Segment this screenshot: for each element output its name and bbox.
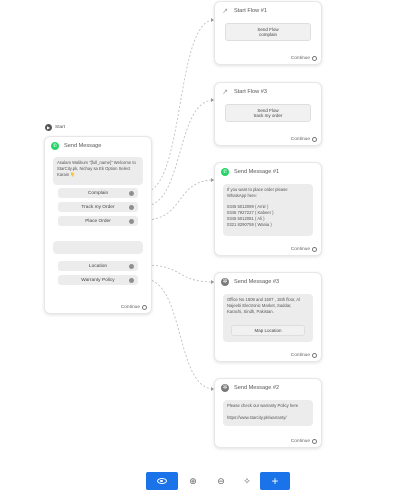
zoom-out-button[interactable]: ⊖: [210, 472, 232, 490]
connector-dot[interactable]: [129, 277, 134, 283]
start-node[interactable]: ▶ Start: [45, 122, 65, 132]
whatsapp-icon: ✆: [51, 142, 59, 150]
node-title: Send Message #1: [234, 169, 280, 175]
continue-handle[interactable]: Continue: [291, 439, 317, 444]
node-header: ✲ Send Message #2: [215, 379, 321, 397]
start-label: Start: [55, 124, 66, 130]
message-bubble: If you want to place order please WhatsA…: [223, 184, 313, 236]
flow-icon: ↗: [222, 88, 228, 96]
continue-handle[interactable]: Continue: [291, 353, 317, 358]
gear-icon: ✲: [221, 384, 229, 392]
flow-icon: ↗: [222, 7, 228, 15]
message-line: 0321 8290759 ( Wania ): [227, 221, 272, 227]
node-header: ✆ Send Message #1: [215, 163, 321, 181]
message-bubble: Please check our warranty Policy here ht…: [223, 400, 313, 426]
option-place-order[interactable]: Place Order: [58, 216, 138, 226]
continue-port[interactable]: [312, 439, 317, 444]
option-label: Complain: [87, 190, 109, 196]
continue-label: Continue: [120, 305, 140, 310]
continue-handle[interactable]: Continue: [291, 56, 317, 61]
node-title: Send Message: [64, 143, 102, 149]
zoom-in-button[interactable]: ⊕: [182, 472, 204, 490]
continue-label: Continue: [290, 353, 310, 358]
message-text: Asalam Walikum "[full_name]" Welcome to …: [57, 160, 136, 177]
continue-label: Continue: [290, 247, 310, 252]
auto-arrange-icon: ✧: [243, 475, 251, 486]
send-flow-button[interactable]: Send Flow complain: [225, 23, 311, 41]
option-label: Location: [88, 263, 108, 269]
whatsapp-icon: ✆: [221, 168, 229, 176]
start-flow-3-node[interactable]: ↗ Start Flow #3 Send Flow track my order…: [214, 82, 322, 146]
option-track-my-order[interactable]: Track my Order: [58, 202, 138, 212]
continue-label: Continue: [290, 439, 310, 444]
zoom-in-icon: ⊕: [189, 475, 197, 486]
start-flow-1-node[interactable]: ↗ Start Flow #1 Send Flow complain Conti…: [214, 1, 322, 65]
message-line: Karachi, Sindh, Pakistan.: [227, 308, 274, 314]
continue-handle[interactable]: Continue: [291, 137, 317, 142]
node-header: ✆ Send Message: [45, 137, 151, 155]
connector-dot[interactable]: [129, 263, 134, 269]
send-flow-button[interactable]: Send Flow track my order: [225, 104, 311, 122]
add-icon: +: [271, 474, 279, 488]
play-icon: ▶: [45, 123, 52, 131]
continue-port[interactable]: [312, 56, 317, 61]
node-title: Send Message #3: [234, 279, 280, 285]
node-title: Send Message #2: [234, 385, 280, 391]
send-message-node[interactable]: ✆ Send Message Asalam Walikum "[full_nam…: [44, 136, 152, 314]
option-complain[interactable]: Complain: [58, 188, 138, 198]
continue-handle[interactable]: Continue: [121, 305, 147, 310]
zoom-out-icon: ⊖: [217, 475, 225, 486]
send-message-1-node[interactable]: ✆ Send Message #1 If you want to place o…: [214, 162, 322, 256]
auto-arrange-button[interactable]: ✧: [236, 472, 258, 490]
message-line: https://www.starcity.pk/warranty/: [227, 414, 287, 420]
gear-icon: ✲: [221, 278, 229, 286]
connector-dot[interactable]: [129, 204, 134, 210]
map-location-button[interactable]: Map Location: [231, 325, 305, 336]
option-warranty-policy[interactable]: Warranty Policy: [58, 275, 138, 285]
button-subtitle: track my order: [253, 113, 283, 118]
continue-label: Continue: [290, 137, 310, 142]
node-header: ↗ Start Flow #1: [215, 2, 321, 20]
message-line: Please check our warranty Policy here: [227, 403, 299, 408]
continue-label: Continue: [290, 56, 310, 61]
node-title: Start Flow #1: [234, 8, 267, 14]
empty-bubble: [53, 241, 143, 254]
button-label: Map Location: [254, 328, 282, 333]
message-line: Office No 1508 and 1507 , 15th floor, Al: [227, 297, 301, 302]
node-header: ✲ Send Message #3: [215, 273, 321, 291]
message-bubble: Asalam Walikum "[full_name]" Welcome to …: [53, 157, 143, 185]
continue-handle[interactable]: Continue: [291, 247, 317, 252]
view-icon: [157, 478, 167, 484]
option-label: Warranty Policy: [81, 277, 115, 283]
continue-port[interactable]: [312, 137, 317, 142]
option-label: Track my Order: [81, 204, 115, 210]
canvas-toolbar: ⊕ ⊖ ✧ +: [146, 472, 290, 490]
view-button[interactable]: [146, 472, 178, 490]
connector-dot[interactable]: [129, 190, 134, 196]
continue-port[interactable]: [142, 305, 147, 310]
continue-port[interactable]: [312, 353, 317, 358]
node-header: ↗ Start Flow #3: [215, 83, 321, 101]
continue-port[interactable]: [312, 247, 317, 252]
node-title: Start Flow #3: [234, 89, 267, 95]
send-message-3-node[interactable]: ✲ Send Message #3 Office No 1508 and 150…: [214, 272, 322, 362]
button-subtitle: complain: [258, 32, 277, 37]
add-button[interactable]: +: [260, 472, 290, 490]
option-location[interactable]: Location: [58, 261, 138, 271]
send-message-2-node[interactable]: ✲ Send Message #2 Please check our warra…: [214, 378, 322, 448]
connector-dot[interactable]: [129, 218, 134, 224]
option-label: Place Order: [85, 218, 111, 224]
